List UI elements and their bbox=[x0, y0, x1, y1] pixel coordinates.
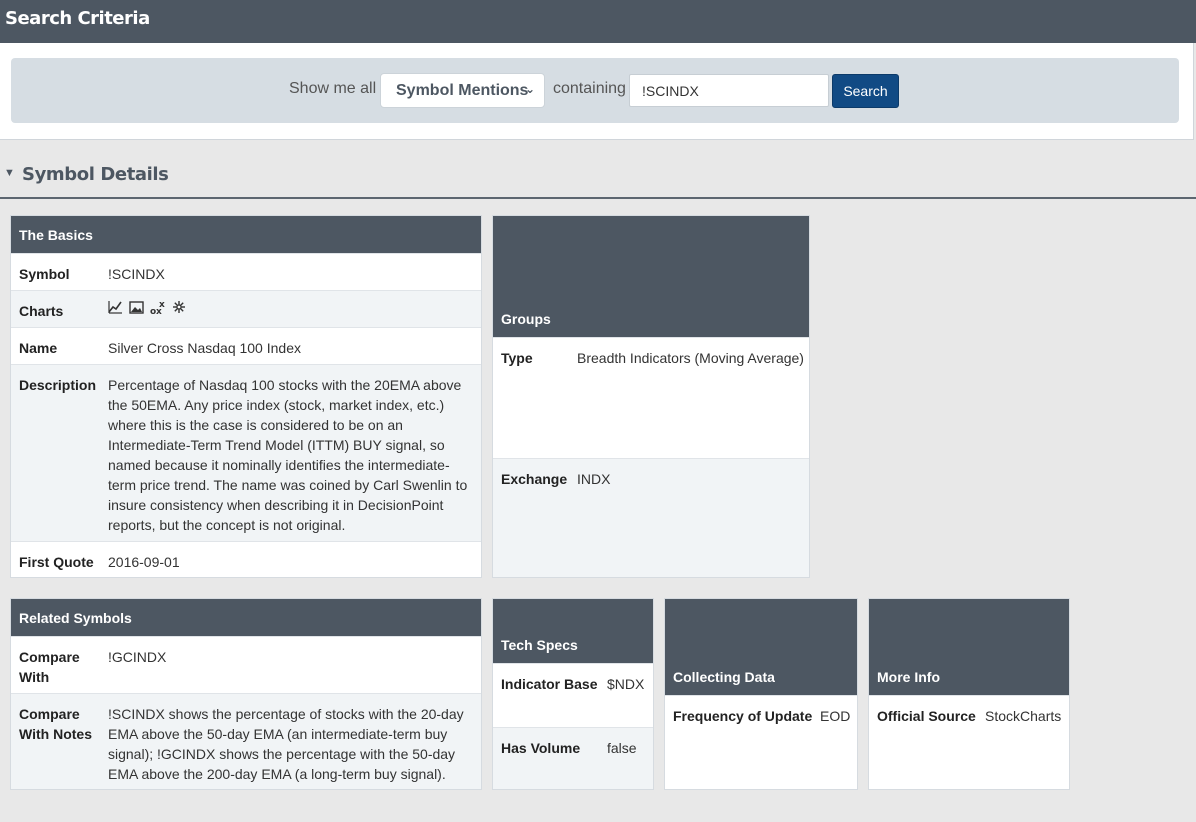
exchange-label: Exchange bbox=[501, 471, 568, 487]
description-value: Percentage of Nasdaq 100 stocks with the… bbox=[108, 377, 468, 533]
search-criteria-body: Show me all Symbol Mentions ⌄ containing… bbox=[0, 43, 1194, 140]
svg-text:x: x bbox=[159, 300, 165, 310]
frequency-value: EOD bbox=[820, 708, 851, 724]
frequency-label: Frequency of Update bbox=[673, 708, 813, 724]
basics-row-symbol: Symbol !SCINDX bbox=[11, 253, 481, 290]
search-criteria-title: Search Criteria bbox=[5, 8, 150, 29]
related-panel: Related Symbols Compare With !GCINDX Com… bbox=[10, 598, 482, 790]
more-info-row-source: Official Source StockCharts bbox=[869, 695, 1069, 789]
line-chart-icon[interactable] bbox=[108, 300, 123, 317]
collecting-data-panel-title: Collecting Data bbox=[673, 669, 775, 685]
notes-label: Compare With Notes bbox=[19, 706, 92, 742]
tech-specs-panel-header: Tech Specs bbox=[493, 599, 653, 663]
search-button[interactable]: Search bbox=[832, 74, 899, 108]
description-label: Description bbox=[19, 377, 97, 393]
notes-value: !SCINDX shows the percentage of stocks w… bbox=[108, 706, 464, 782]
containing-label: containing bbox=[553, 80, 626, 97]
groups-row-type: Type Breadth Indicators (Moving Average) bbox=[493, 337, 809, 458]
tech-row-volume: Has Volume false bbox=[493, 727, 653, 789]
official-source-label: Official Source bbox=[877, 708, 976, 724]
search-type-value: Symbol Mentions bbox=[396, 82, 529, 99]
search-input[interactable] bbox=[629, 74, 829, 107]
related-row-compare: Compare With !GCINDX bbox=[11, 636, 481, 693]
has-volume-value: false bbox=[607, 740, 637, 756]
more-info-panel: More Info Official Source StockCharts bbox=[868, 598, 1070, 790]
basics-panel-header: The Basics bbox=[11, 216, 481, 253]
image-chart-icon[interactable] bbox=[129, 300, 144, 317]
basics-row-charts: Charts oxx bbox=[11, 290, 481, 327]
tech-row-base: Indicator Base $NDX bbox=[493, 663, 653, 727]
type-label: Type bbox=[501, 350, 533, 366]
search-form: Show me all Symbol Mentions ⌄ containing… bbox=[11, 58, 1179, 123]
compare-value[interactable]: !GCINDX bbox=[108, 647, 166, 667]
more-info-panel-header: More Info bbox=[869, 599, 1069, 695]
basics-row-first-quote: First Quote 2016-09-01 bbox=[11, 541, 481, 577]
basics-row-description: Description Percentage of Nasdaq 100 sto… bbox=[11, 364, 481, 541]
chevron-down-icon: ⌄ bbox=[525, 82, 536, 96]
related-row-notes: Compare With Notes !SCINDX shows the per… bbox=[11, 693, 481, 789]
name-label: Name bbox=[19, 340, 58, 356]
has-volume-label: Has Volume bbox=[501, 740, 581, 756]
related-panel-title: Related Symbols bbox=[19, 610, 132, 626]
collecting-row-frequency: Frequency of Update EOD bbox=[665, 695, 857, 789]
seasonality-icon[interactable] bbox=[172, 300, 186, 317]
first-quote-value: 2016-09-01 bbox=[108, 554, 180, 570]
groups-panel: Groups Type Breadth Indicators (Moving A… bbox=[492, 215, 810, 578]
symbol-details-title: Symbol Details bbox=[22, 164, 169, 185]
tech-specs-panel: Tech Specs Indicator Base $NDX Has Volum… bbox=[492, 598, 654, 790]
collecting-data-panel: Collecting Data Frequency of Update EOD bbox=[664, 598, 858, 790]
name-value: Silver Cross Nasdaq 100 Index bbox=[108, 340, 301, 356]
search-criteria-header: Search Criteria bbox=[0, 0, 1196, 43]
show-me-all-label: Show me all bbox=[289, 80, 377, 97]
collecting-data-panel-header: Collecting Data bbox=[665, 599, 857, 695]
official-source-value[interactable]: StockCharts bbox=[985, 706, 1061, 726]
exchange-value: INDX bbox=[577, 471, 611, 487]
more-info-panel-title: More Info bbox=[877, 669, 940, 685]
symbol-value: !SCINDX bbox=[108, 266, 165, 282]
indicator-base-label: Indicator Base bbox=[501, 676, 598, 692]
search-type-select[interactable]: Symbol Mentions ⌄ bbox=[380, 73, 545, 108]
caret-down-icon: ▼ bbox=[4, 167, 15, 179]
charts-label: Charts bbox=[19, 303, 64, 319]
related-panel-header: Related Symbols bbox=[11, 599, 481, 636]
indicator-base-value: $NDX bbox=[607, 676, 645, 692]
chart-icons: oxx bbox=[108, 299, 186, 318]
first-quote-label: First Quote bbox=[19, 554, 94, 570]
tech-specs-panel-title: Tech Specs bbox=[501, 637, 578, 653]
symbol-details-header[interactable]: ▼ Symbol Details bbox=[0, 151, 1196, 199]
symbol-label: Symbol bbox=[19, 266, 70, 282]
groups-panel-header: Groups bbox=[493, 216, 809, 337]
groups-panel-title: Groups bbox=[501, 311, 551, 327]
basics-panel: The Basics Symbol !SCINDX Charts oxx Nam… bbox=[10, 215, 482, 578]
compare-label: Compare With bbox=[19, 649, 80, 685]
type-value: Breadth Indicators (Moving Average) bbox=[577, 350, 804, 366]
groups-row-exchange: Exchange INDX bbox=[493, 458, 809, 577]
point-figure-icon[interactable]: oxx bbox=[150, 299, 166, 318]
basics-panel-title: The Basics bbox=[19, 227, 93, 243]
basics-row-name: Name Silver Cross Nasdaq 100 Index bbox=[11, 327, 481, 364]
